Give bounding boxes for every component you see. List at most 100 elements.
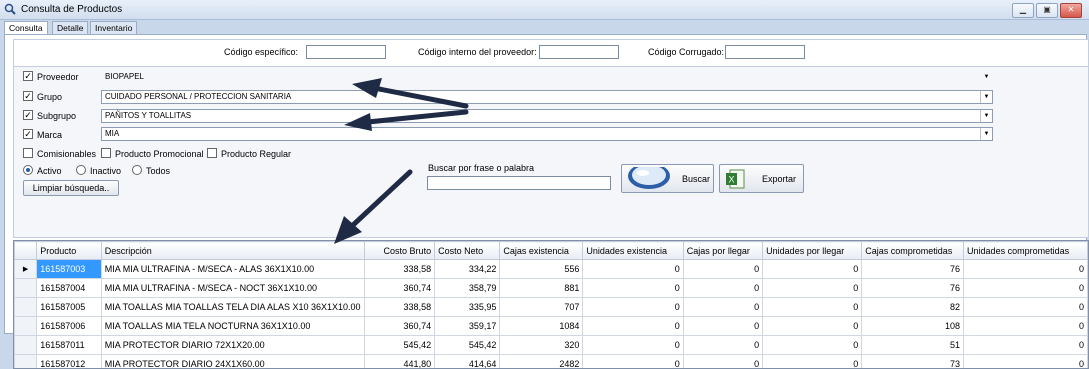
- header-unidades-por-llegar[interactable]: Unidades por llegar: [763, 242, 862, 260]
- cell-cajas-existencia[interactable]: 1084: [500, 317, 583, 336]
- table-row[interactable]: 161587012 MIA PROTECTOR DIARIO 24X1X60.0…: [15, 355, 1088, 369]
- cell-costo-bruto[interactable]: 545,42: [364, 336, 435, 355]
- codigo-especifico-input[interactable]: [306, 45, 386, 59]
- maximize-button[interactable]: ▣: [1036, 3, 1058, 18]
- subgrupo-checkbox[interactable]: ✓: [23, 110, 33, 120]
- cell-unidades-por-llegar[interactable]: 0: [763, 279, 862, 298]
- marca-combo[interactable]: MIA▼: [101, 127, 993, 141]
- cell-cajas-existencia[interactable]: 707: [500, 298, 583, 317]
- cell-unidades-existencia[interactable]: 0: [583, 279, 683, 298]
- subgrupo-combo[interactable]: PAÑITOS Y TOALLITAS▼: [101, 109, 993, 123]
- minimize-button[interactable]: ▁: [1012, 3, 1034, 18]
- cell-unidades-existencia[interactable]: 0: [583, 355, 683, 369]
- cell-producto[interactable]: 161587006: [37, 317, 102, 336]
- cell-cajas-por-llegar[interactable]: 0: [683, 317, 762, 336]
- cell-unidades-por-llegar[interactable]: 0: [763, 336, 862, 355]
- cell-producto[interactable]: 161587005: [37, 298, 102, 317]
- promocional-checkbox[interactable]: [101, 148, 111, 158]
- cell-costo-bruto[interactable]: 360,74: [364, 317, 435, 336]
- cell-unidades-comprometidas[interactable]: 0: [964, 355, 1088, 369]
- table-row[interactable]: 161587005 MIA TOALLAS MIA TOALLAS TELA D…: [15, 298, 1088, 317]
- cell-cajas-comprometidas[interactable]: 51: [862, 336, 964, 355]
- products-grid[interactable]: Producto Descripción Costo Bruto Costo N…: [13, 240, 1089, 369]
- codigo-interno-input[interactable]: [539, 45, 619, 59]
- cell-cajas-comprometidas[interactable]: 82: [862, 298, 964, 317]
- cell-unidades-por-llegar[interactable]: 0: [763, 260, 862, 279]
- cell-cajas-por-llegar[interactable]: 0: [683, 336, 762, 355]
- chevron-down-icon[interactable]: ▼: [981, 71, 992, 83]
- header-unidades-existencia[interactable]: Unidades existencia: [583, 242, 683, 260]
- cell-producto[interactable]: 161587011: [37, 336, 102, 355]
- cell-cajas-comprometidas[interactable]: 73: [862, 355, 964, 369]
- grupo-combo[interactable]: CUIDADO PERSONAL / PROTECCION SANITARIA▼: [101, 90, 993, 104]
- cell-cajas-comprometidas[interactable]: 76: [862, 260, 964, 279]
- cell-unidades-existencia[interactable]: 0: [583, 336, 683, 355]
- todos-radio[interactable]: [132, 165, 142, 175]
- cell-unidades-por-llegar[interactable]: 0: [763, 355, 862, 369]
- chevron-down-icon[interactable]: ▼: [980, 91, 992, 103]
- cell-costo-neto[interactable]: 414,64: [435, 355, 500, 369]
- cell-costo-bruto[interactable]: 338,58: [364, 260, 435, 279]
- table-row[interactable]: 161587004 MIA MIA ULTRAFINA - M/SECA - N…: [15, 279, 1088, 298]
- cell-cajas-existencia[interactable]: 556: [500, 260, 583, 279]
- header-unidades-comprometidas[interactable]: Unidades comprometidas: [964, 242, 1088, 260]
- cell-costo-bruto[interactable]: 338,58: [364, 298, 435, 317]
- cell-costo-neto[interactable]: 335,95: [435, 298, 500, 317]
- cell-unidades-comprometidas[interactable]: 0: [964, 279, 1088, 298]
- cell-cajas-por-llegar[interactable]: 0: [683, 298, 762, 317]
- header-costo-neto[interactable]: Costo Neto: [435, 242, 500, 260]
- chevron-down-icon[interactable]: ▼: [980, 110, 992, 122]
- header-producto[interactable]: Producto: [37, 242, 102, 260]
- proveedor-combo[interactable]: BIOPAPEL▼: [101, 70, 993, 84]
- exportar-button[interactable]: X Exportar: [719, 164, 804, 193]
- table-row[interactable]: 161587006 MIA TOALLAS MIA TELA NOCTURNA …: [15, 317, 1088, 336]
- cell-unidades-por-llegar[interactable]: 0: [763, 317, 862, 336]
- cell-cajas-existencia[interactable]: 2482: [500, 355, 583, 369]
- chevron-down-icon[interactable]: ▼: [980, 128, 992, 140]
- cell-cajas-por-llegar[interactable]: 0: [683, 260, 762, 279]
- cell-unidades-comprometidas[interactable]: 0: [964, 336, 1088, 355]
- inactivo-radio[interactable]: [76, 165, 86, 175]
- buscar-button[interactable]: Buscar: [621, 164, 714, 193]
- cell-producto[interactable]: 161587003: [37, 260, 102, 279]
- cell-costo-neto[interactable]: 359,17: [435, 317, 500, 336]
- cell-unidades-existencia[interactable]: 0: [583, 298, 683, 317]
- table-row[interactable]: ▶ 161587003 MIA MIA ULTRAFINA - M/SECA -…: [15, 260, 1088, 279]
- cell-unidades-comprometidas[interactable]: 0: [964, 298, 1088, 317]
- cell-cajas-existencia[interactable]: 881: [500, 279, 583, 298]
- cell-descripcion[interactable]: MIA PROTECTOR DIARIO 24X1X60.00: [101, 355, 364, 369]
- cell-descripcion[interactable]: MIA PROTECTOR DIARIO 72X1X20.00: [101, 336, 364, 355]
- cell-unidades-por-llegar[interactable]: 0: [763, 298, 862, 317]
- cell-descripcion[interactable]: MIA MIA ULTRAFINA - M/SECA - ALAS 36X1X1…: [101, 260, 364, 279]
- cell-cajas-comprometidas[interactable]: 108: [862, 317, 964, 336]
- grupo-checkbox[interactable]: ✓: [23, 91, 33, 101]
- cell-cajas-comprometidas[interactable]: 76: [862, 279, 964, 298]
- header-cajas-existencia[interactable]: Cajas existencia: [500, 242, 583, 260]
- cell-producto[interactable]: 161587004: [37, 279, 102, 298]
- cell-unidades-existencia[interactable]: 0: [583, 317, 683, 336]
- cell-unidades-comprometidas[interactable]: 0: [964, 260, 1088, 279]
- header-costo-bruto[interactable]: Costo Bruto: [364, 242, 435, 260]
- tab-detalle[interactable]: Detalle: [52, 21, 88, 35]
- cell-costo-neto[interactable]: 334,22: [435, 260, 500, 279]
- cell-unidades-existencia[interactable]: 0: [583, 260, 683, 279]
- cell-descripcion[interactable]: MIA TOALLAS MIA TELA NOCTURNA 36X1X10.00: [101, 317, 364, 336]
- table-row[interactable]: 161587011 MIA PROTECTOR DIARIO 72X1X20.0…: [15, 336, 1088, 355]
- activo-radio[interactable]: [23, 165, 33, 175]
- tab-inventario[interactable]: Inventario: [90, 21, 137, 35]
- comisionables-checkbox[interactable]: [23, 148, 33, 158]
- codigo-corrugado-input[interactable]: [725, 45, 805, 59]
- limpiar-busqueda-button[interactable]: Limpiar búsqueda..: [23, 180, 119, 196]
- marca-checkbox[interactable]: ✓: [23, 129, 33, 139]
- cell-costo-bruto[interactable]: 360,74: [364, 279, 435, 298]
- cell-costo-neto[interactable]: 545,42: [435, 336, 500, 355]
- cell-unidades-comprometidas[interactable]: 0: [964, 317, 1088, 336]
- proveedor-checkbox[interactable]: ✓: [23, 71, 33, 81]
- cell-descripcion[interactable]: MIA TOALLAS MIA TOALLAS TELA DIA ALAS X1…: [101, 298, 364, 317]
- cell-producto[interactable]: 161587012: [37, 355, 102, 369]
- cell-costo-bruto[interactable]: 441,80: [364, 355, 435, 369]
- cell-descripcion[interactable]: MIA MIA ULTRAFINA - M/SECA - NOCT 36X1X1…: [101, 279, 364, 298]
- close-button[interactable]: ✕: [1060, 3, 1082, 18]
- cell-cajas-por-llegar[interactable]: 0: [683, 355, 762, 369]
- cell-cajas-existencia[interactable]: 320: [500, 336, 583, 355]
